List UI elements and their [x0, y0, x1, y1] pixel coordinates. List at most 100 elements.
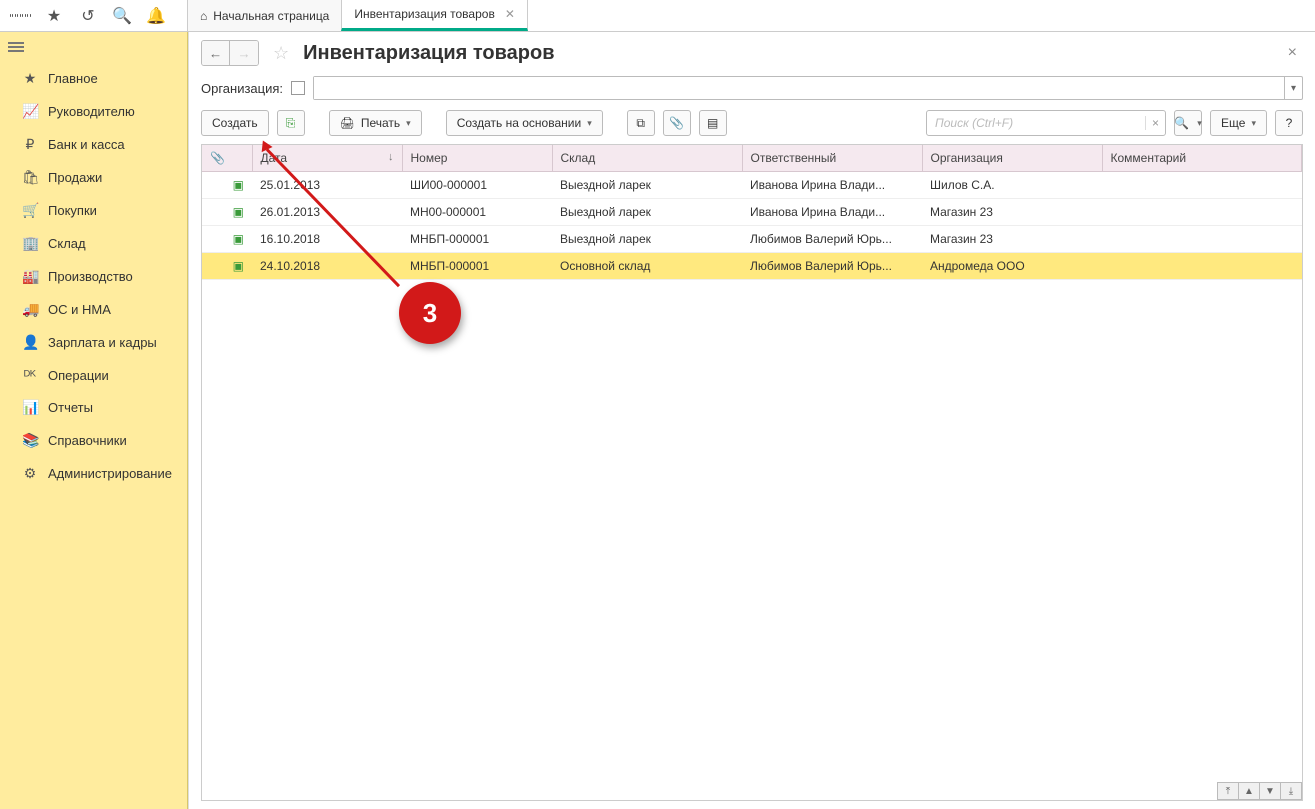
col-responsible[interactable]: Ответственный [742, 145, 922, 172]
sidebar-item-4[interactable]: 🛒Покупки [0, 194, 187, 227]
cell-org: Магазин 23 [922, 199, 1102, 226]
sidebar-item-2[interactable]: ₽ Банк и касса [0, 128, 187, 161]
toolbar: Создать ⎘ 🖨 Печать ▾ Создать на основани… [189, 110, 1315, 144]
cell-warehouse: Основной склад [552, 253, 742, 280]
page-first[interactable]: ⤒ [1217, 782, 1239, 800]
col-number[interactable]: Номер [402, 145, 552, 172]
sidebar-item-icon: ₽ [22, 136, 38, 153]
clear-icon[interactable]: × [1145, 116, 1165, 130]
print-button[interactable]: 🖨 Печать ▾ [329, 110, 422, 136]
more-button[interactable]: Еще ▾ [1210, 110, 1267, 136]
sidebar-item-label: Главное [48, 71, 98, 86]
sidebar-item-label: Операции [48, 368, 109, 383]
sidebar-item-12[interactable]: ⚙Администрирование [0, 457, 187, 490]
col-date[interactable]: Дата↓ [252, 145, 402, 172]
page-header: ← → ☆ Инвентаризация товаров × [189, 32, 1315, 72]
col-attach[interactable]: 📎 [202, 145, 252, 172]
table-row[interactable]: ▣ 26.01.2013 МН00-000001 Выездной ларек … [202, 199, 1302, 226]
page-last[interactable]: ⤓ [1280, 782, 1302, 800]
page-down[interactable]: ▼ [1259, 782, 1281, 800]
star-icon[interactable]: ☆ [273, 43, 289, 64]
topbar-quick-icons: ★ ↺ 🔍 🔔 [0, 0, 188, 31]
structure-button[interactable]: ⧉ [627, 110, 655, 136]
sidebar-item-icon: 👤 [22, 334, 38, 351]
document-icon: ▣ [233, 205, 244, 219]
help-button[interactable]: ? [1275, 110, 1303, 136]
sidebar-item-3[interactable]: 🛍Продажи [0, 161, 187, 194]
sidebar-item-label: Банк и касса [48, 137, 125, 152]
main: ← → ☆ Инвентаризация товаров × Организац… [188, 32, 1315, 809]
sidebar-item-label: Администрирование [48, 466, 172, 481]
cell-warehouse: Выездной ларек [552, 226, 742, 253]
tab-home[interactable]: ⌂ Начальная страница [187, 0, 342, 31]
favorite-icon[interactable]: ★ [44, 6, 64, 26]
org-filter-row: Организация: ▾ [189, 72, 1315, 110]
sidebar-item-label: Руководителю [48, 104, 135, 119]
create-based-button[interactable]: Создать на основании ▾ [446, 110, 603, 136]
copy-button[interactable]: ⎘ [277, 110, 305, 136]
sidebar-item-label: Зарплата и кадры [48, 335, 157, 350]
table-row[interactable]: ▣ 25.01.2013 ШИ00-000001 Выездной ларек … [202, 172, 1302, 199]
search-icon[interactable]: 🔍 [112, 6, 132, 26]
tab-inventory[interactable]: Инвентаризация товаров ✕ [341, 0, 528, 31]
sidebar-item-icon: 🛍 [22, 169, 38, 186]
sidebar-item-8[interactable]: 👤 Зарплата и кадры [0, 326, 187, 359]
sidebar-item-11[interactable]: 📚Справочники [0, 424, 187, 457]
cell-date: 24.10.2018 [252, 253, 402, 280]
back-button[interactable]: ← [202, 41, 230, 65]
col-org[interactable]: Организация [922, 145, 1102, 172]
search-box[interactable]: × [926, 110, 1166, 136]
table-row[interactable]: ▣ 16.10.2018 МНБП-000001 Выездной ларек … [202, 226, 1302, 253]
chevron-down-icon[interactable]: ▾ [1284, 77, 1302, 99]
attach-button[interactable]: 📎 [663, 110, 691, 136]
sidebar-item-7[interactable]: 🚚 ОС и НМА [0, 293, 187, 326]
org-label: Организация: [201, 81, 283, 96]
apps-grid-icon[interactable] [10, 14, 30, 17]
hamburger-icon[interactable] [8, 42, 24, 52]
col-comment[interactable]: Комментарий [1102, 145, 1302, 172]
sidebar-item-0[interactable]: ★Главное [0, 62, 187, 95]
list-button[interactable]: ▤ [699, 110, 727, 136]
document-icon: ▣ [233, 178, 244, 192]
sidebar-item-icon: 🚚 [22, 301, 38, 318]
cell-comment [1102, 226, 1302, 253]
sidebar-item-9[interactable]: ᴰᴷОперации [0, 359, 187, 391]
document-icon: ▣ [233, 232, 244, 246]
sidebar-item-10[interactable]: 📊Отчеты [0, 391, 187, 424]
tab-label: Начальная страница [213, 9, 329, 23]
sidebar-item-icon: 🏢 [22, 235, 38, 252]
cell-org: Шилов С.А. [922, 172, 1102, 199]
find-button[interactable]: 🔍▾ [1174, 110, 1202, 136]
page-up[interactable]: ▲ [1238, 782, 1260, 800]
cell-warehouse: Выездной ларек [552, 172, 742, 199]
pager: ⤒ ▲ ▼ ⤓ [1218, 782, 1302, 800]
close-icon[interactable]: ✕ [505, 7, 515, 21]
home-icon: ⌂ [200, 9, 207, 23]
cell-org: Магазин 23 [922, 226, 1102, 253]
table-row[interactable]: ▣ 24.10.2018 МНБП-000001 Основной склад … [202, 253, 1302, 280]
cell-date: 26.01.2013 [252, 199, 402, 226]
search-input[interactable] [927, 116, 1145, 130]
cell-responsible: Любимов Валерий Юрь... [742, 226, 922, 253]
sidebar-item-5[interactable]: 🏢Склад [0, 227, 187, 260]
col-warehouse[interactable]: Склад [552, 145, 742, 172]
org-input[interactable] [314, 77, 1284, 99]
tab-label: Инвентаризация товаров [354, 7, 494, 21]
forward-button[interactable]: → [230, 41, 258, 65]
sidebar-item-label: ОС и НМА [48, 302, 111, 317]
create-button[interactable]: Создать [201, 110, 269, 136]
cell-org: Андромеда ООО [922, 253, 1102, 280]
document-icon: ▣ [233, 259, 244, 273]
org-select[interactable]: ▾ [313, 76, 1303, 100]
close-icon[interactable]: × [1288, 44, 1303, 62]
nav-buttons: ← → [201, 40, 259, 66]
cell-number: МН00-000001 [402, 199, 552, 226]
history-icon[interactable]: ↺ [78, 6, 98, 26]
sidebar-item-1[interactable]: 📈Руководителю [0, 95, 187, 128]
data-table: 📎 Дата↓ Номер Склад Ответственный Органи… [201, 144, 1303, 801]
org-checkbox[interactable] [291, 81, 305, 95]
sidebar-item-6[interactable]: 🏭Производство [0, 260, 187, 293]
sidebar-item-label: Покупки [48, 203, 97, 218]
bell-icon[interactable]: 🔔 [146, 6, 166, 26]
sidebar-item-label: Отчеты [48, 400, 93, 415]
